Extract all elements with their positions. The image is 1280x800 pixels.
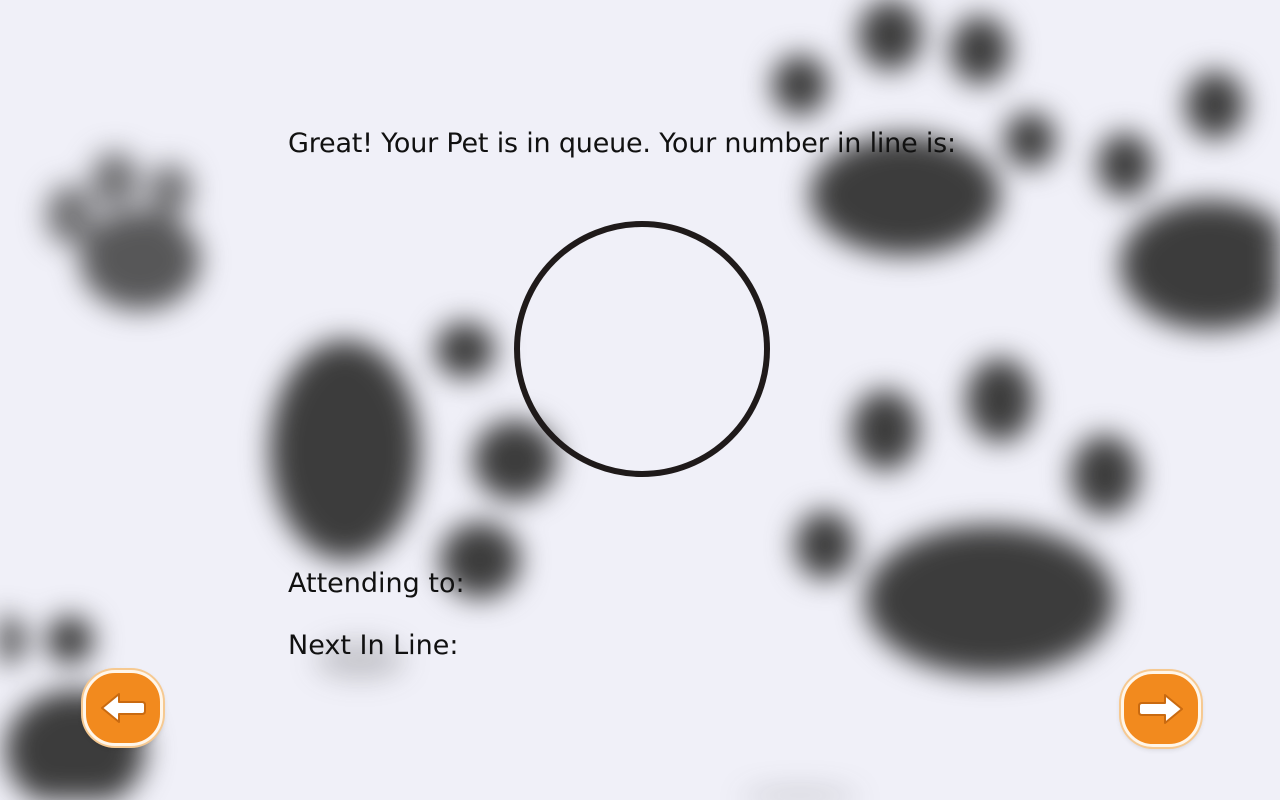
paw-print-icon	[1097, 71, 1280, 330]
attending-status: Attending to:	[288, 568, 473, 599]
attending-label: Attending to:	[288, 568, 465, 599]
next-in-line-label: Next In Line:	[288, 630, 459, 661]
next-in-line-status: Next In Line:	[288, 630, 467, 661]
queue-message: Great! Your Pet is in queue. Your number…	[288, 128, 956, 159]
paw-print-icon	[46, 152, 200, 310]
paw-print-icon	[795, 358, 1139, 675]
queue-number-circle	[514, 221, 770, 477]
arrow-right-icon	[1138, 694, 1183, 724]
forward-button[interactable]	[1121, 671, 1201, 747]
arrow-left-icon	[101, 693, 146, 723]
back-button[interactable]	[83, 670, 163, 746]
